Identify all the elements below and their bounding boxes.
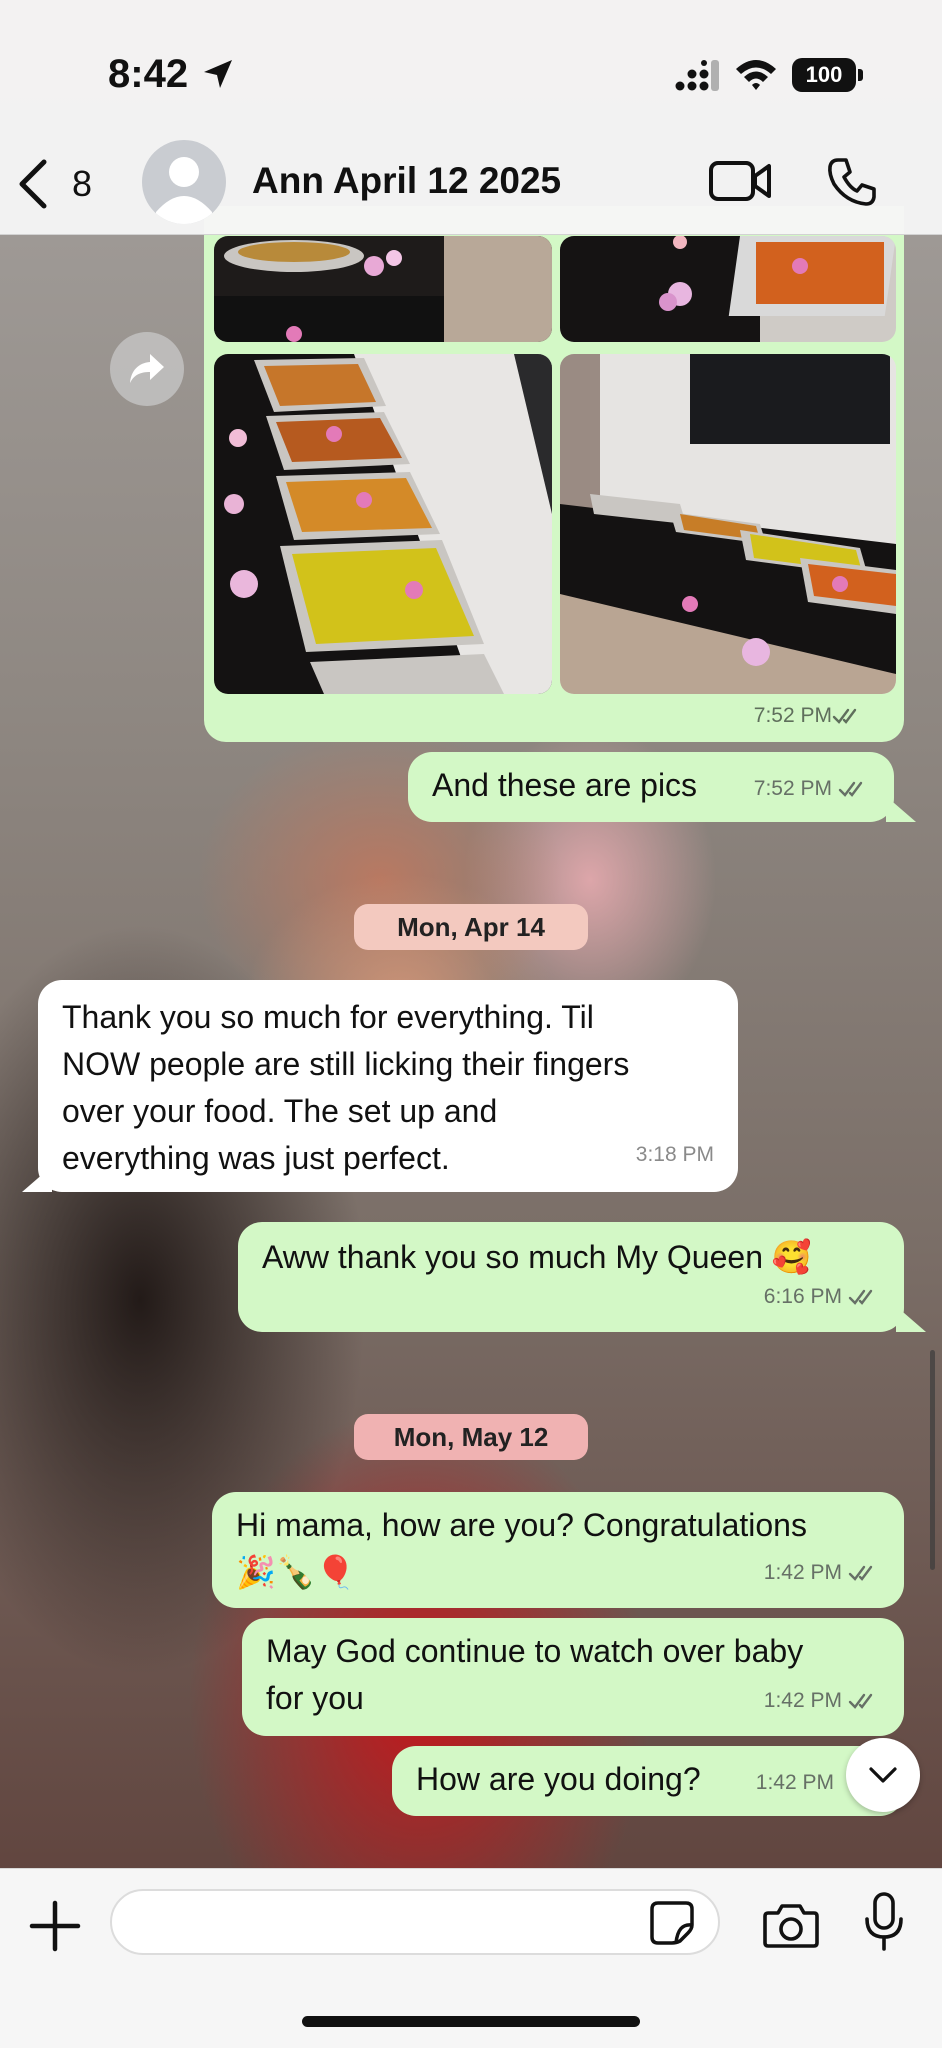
message-meta: 1:42 PM [764,1677,880,1724]
food-photo-2[interactable] [560,236,896,342]
outgoing-message[interactable]: And these are pics 7:52 PM [408,752,894,822]
bubble-tail [886,796,916,822]
message-meta: 1:42 PM [764,1549,880,1596]
contact-name[interactable]: Ann April 12 2025 [252,160,561,202]
message-line: NOW people are still licking their finge… [62,1046,630,1082]
message-meta: 7:52 PM [754,765,870,812]
home-indicator[interactable] [302,2016,640,2027]
outgoing-message[interactable]: Aww thank you so much My Queen 🥰 6:16 PM [238,1222,904,1332]
video-icon[interactable] [708,158,772,204]
message-line: Hi mama, how are you? Congratulations [236,1507,807,1543]
chevron-down-icon [869,1767,897,1783]
sticker-icon[interactable] [648,1899,696,1947]
message-text: And these are pics [432,767,698,803]
bubble-tail [896,1306,926,1332]
chat-header: 8:42 100 8 Ann April 12 2025 [0,0,942,235]
media-message-time: 7:52 PM [754,704,864,728]
status-time: 8:42 [108,52,189,96]
message-line: Thank you so much for everything. Til [62,999,594,1035]
message-input[interactable] [110,1889,720,1955]
location-arrow-icon [204,60,232,88]
message-line: May God continue to watch over baby [266,1633,804,1669]
emoji: 🥰 [771,1238,812,1276]
food-photo-1[interactable] [214,236,552,342]
outgoing-message[interactable]: How are you doing? 1:42 PM [392,1746,904,1816]
scrollbar[interactable] [930,1350,935,1570]
incoming-message[interactable]: Thank you so much for everything. Til NO… [38,980,738,1192]
message-text: How are you doing? [416,1761,701,1797]
signal-icon [675,60,719,91]
date-separator: Mon, Apr 14 [354,904,588,950]
back-chevron-icon [19,159,47,209]
bubble-tail [22,1166,52,1192]
scroll-to-bottom-button[interactable] [846,1738,920,1812]
plus-icon[interactable] [28,1899,82,1953]
date-separator: Mon, May 12 [354,1414,588,1460]
back-button[interactable]: 8 [14,154,104,214]
person-icon [156,157,212,224]
double-check-icon [848,1565,873,1581]
message-meta: 6:16 PM [764,1273,880,1320]
phone-icon[interactable] [826,156,878,208]
message-meta: 3:18 PM [635,1143,714,1166]
message-text: Aww thank you so much My Queen [262,1239,763,1275]
message-line: over your food. The set up and [62,1093,498,1129]
message-meta: 1:42 PM [755,1771,834,1794]
food-photo-4[interactable] [560,354,896,694]
media-message-bubble[interactable]: 7:52 PM [204,206,904,742]
forward-icon [130,354,164,383]
outgoing-message[interactable]: Hi mama, how are you? Congratulations 🎉🍾… [212,1492,904,1608]
unread-count: 8 [72,163,93,204]
battery-indicator: 100 [792,58,863,92]
double-check-icon [848,1693,873,1709]
forward-button[interactable] [110,332,184,406]
food-photo-3[interactable] [214,354,552,694]
message-line: everything was just perfect. [62,1140,450,1176]
mic-icon[interactable] [862,1891,906,1953]
double-check-icon [848,1289,873,1305]
avatar[interactable] [142,140,226,224]
outgoing-message[interactable]: May God continue to watch over baby for … [242,1618,904,1736]
wifi-icon [736,60,776,90]
double-check-icon [832,708,857,724]
double-check-icon [838,781,863,797]
camera-icon[interactable] [762,1901,820,1949]
